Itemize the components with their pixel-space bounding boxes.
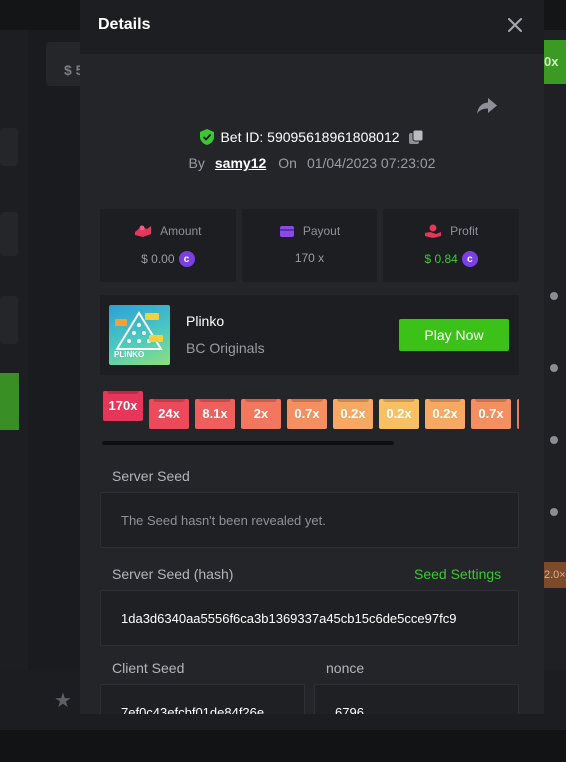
bet-id-row: Bet ID: 59095618961808012 (80, 127, 544, 147)
background-multiplier-badge: 0x (544, 40, 566, 84)
amount-value: $ 0.00 (141, 252, 175, 266)
copy-icon[interactable] (408, 129, 424, 145)
background-field (0, 296, 18, 344)
multiplier-chip: 170x (103, 391, 143, 421)
bet-stats: Amount $ 0.00 c Payout 170 x Profit $ 0.… (100, 209, 520, 282)
payout-value: 170 x (294, 251, 325, 265)
multiplier-scrollbar[interactable] (102, 441, 394, 445)
nonce-field[interactable]: 6796 (314, 684, 519, 714)
multiplier-chip: 0.2x (379, 399, 419, 429)
modal-header: Details (80, 0, 544, 54)
bet-id: Bet ID: 59095618961808012 (220, 129, 400, 145)
star-icon: ★ (54, 690, 72, 712)
multiplier-chip: 0.7x (471, 399, 511, 429)
background-field (0, 212, 18, 256)
amount-label: Amount (160, 224, 202, 238)
background-bet-button (0, 373, 19, 430)
plinko-peg (550, 436, 558, 444)
profit-hand-icon (425, 224, 442, 238)
on-label: On (278, 155, 297, 171)
nonce-label: nonce (326, 660, 365, 676)
background-left-panel (0, 30, 28, 670)
game-name: Plinko (186, 313, 225, 329)
plinko-peg (550, 364, 558, 372)
bet-meta-row: By samy12 On 01/04/2023 07:23:02 (80, 154, 544, 172)
currency-coin-icon: c (178, 251, 195, 267)
coins-hand-icon (135, 225, 152, 237)
game-thumbnail-label: PLINKO (114, 350, 145, 359)
multiplier-strip: 170x24x8.1x2x0.7x0.2x0.2x0.2x0.7x2x (103, 391, 519, 431)
payout-stat: Payout 170 x (241, 209, 378, 282)
by-label: By (188, 155, 205, 171)
multiplier-chip: 2x (241, 399, 281, 429)
background-multiplier-badge-bottom: 2.0× (544, 562, 566, 588)
server-seed-hash-label: Server Seed (hash) (112, 566, 234, 582)
server-seed-hash-field[interactable]: 1da3d6340aa5556f6ca3b1369337a45cb15c6de5… (100, 590, 519, 646)
background-field (0, 128, 18, 166)
multiplier-chip: 24x (149, 399, 189, 429)
bet-datetime: 01/04/2023 07:23:02 (306, 155, 436, 171)
currency-coin-icon: c (461, 251, 478, 267)
client-seed-field[interactable]: 7ef0c43efcbf01de84f26e (100, 684, 305, 714)
amount-stat: Amount $ 0.00 c (100, 209, 236, 282)
game-provider: BC Originals (186, 340, 265, 356)
wallet-icon (279, 226, 294, 237)
server-seed-label: Server Seed (112, 468, 190, 484)
server-seed-field: The Seed hasn't been revealed yet. (100, 492, 519, 548)
game-card: PLINKO Plinko BC Originals Play Now (100, 295, 519, 375)
plinko-peg (550, 508, 558, 516)
profit-value: $ 0.84 (424, 252, 458, 266)
multiplier-chip: 0.2x (333, 399, 373, 429)
plinko-peg (550, 292, 558, 300)
seed-settings-link[interactable]: Seed Settings (414, 566, 501, 582)
client-seed-label: Client Seed (112, 660, 185, 676)
close-icon (508, 18, 522, 32)
multiplier-chip: 2x (517, 399, 519, 429)
payout-label: Payout (302, 224, 341, 238)
multiplier-chip: 8.1x (195, 399, 235, 429)
profit-label: Profit (450, 224, 479, 238)
multiplier-chip: 0.2x (425, 399, 465, 429)
close-button[interactable] (504, 14, 526, 36)
share-icon[interactable] (476, 96, 498, 116)
profit-stat: Profit $ 0.84 c (383, 209, 520, 282)
modal-title: Details (98, 16, 151, 33)
background-footer (0, 730, 566, 762)
bet-details-modal: Details Bet ID: 59095618961808012 By sam… (80, 0, 544, 714)
multiplier-chip: 0.7x (287, 399, 327, 429)
plinko-game-thumbnail[interactable]: PLINKO (109, 305, 170, 365)
verified-shield-icon (200, 129, 215, 145)
username-link[interactable]: samy12 (215, 155, 266, 171)
play-now-button[interactable]: Play Now (399, 319, 509, 351)
